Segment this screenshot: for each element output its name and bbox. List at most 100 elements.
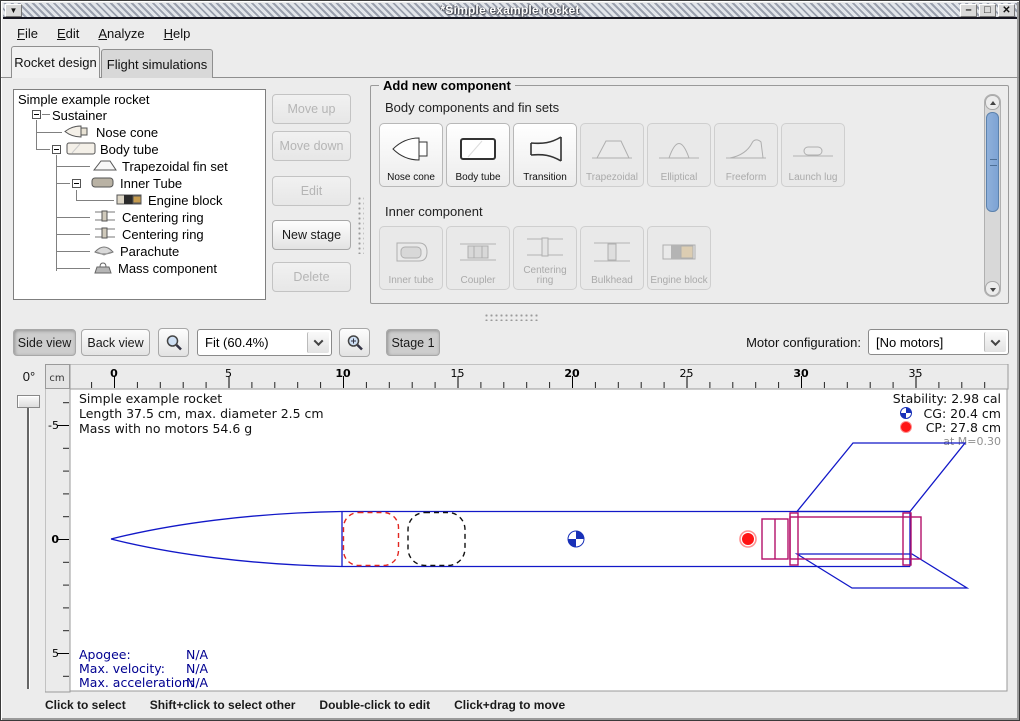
info-line-1: Simple example rocket [79, 391, 222, 406]
info-line-3: Mass with no motors 54.6 g [79, 421, 252, 436]
hint-shift-click: Shift+click to select other [150, 698, 296, 712]
tab-flight-simulations[interactable]: Flight simulations [101, 49, 213, 78]
move-up-button[interactable]: Move up [272, 94, 351, 124]
expander-inner-tube[interactable] [72, 179, 81, 188]
h-tick-35: 35 [909, 367, 923, 380]
tree-item-parachute[interactable]: Parachute [92, 243, 179, 260]
menu-help[interactable]: Help [157, 24, 198, 43]
h-tick-20: 20 [564, 367, 580, 380]
accel-value: N/A [186, 675, 209, 690]
menu-edit[interactable]: Edit [50, 24, 86, 43]
new-stage-button[interactable]: New stage [272, 220, 351, 250]
menu-file[interactable]: File [10, 24, 45, 43]
vertical-splitter[interactable] [357, 196, 364, 254]
add-elliptical-button[interactable]: Elliptical [647, 123, 711, 187]
zoom-in-icon [346, 334, 364, 352]
velocity-value: N/A [186, 661, 209, 676]
zoom-out-icon [165, 334, 183, 352]
add-freeform-button[interactable]: Freeform [714, 123, 778, 187]
engine-block-icon [657, 227, 701, 276]
transition-icon [523, 124, 567, 173]
maximize-button[interactable] [979, 4, 996, 17]
component-scrollbar[interactable] [984, 94, 1001, 297]
side-view-button[interactable]: Side view [13, 329, 76, 356]
engine-block-icon [116, 193, 144, 209]
info-line-2: Length 37.5 cm, max. diameter 2.5 cm [79, 406, 324, 421]
expander-sustainer[interactable] [32, 110, 41, 119]
stage-1-button[interactable]: Stage 1 [386, 329, 440, 356]
motor-config-combo[interactable]: [No motors] [868, 329, 1009, 355]
zoom-out-button[interactable] [158, 328, 189, 357]
rotation-slider-handle[interactable] [17, 395, 40, 408]
delete-button[interactable]: Delete [272, 262, 351, 292]
stability-value: Stability: 2.98 cal [893, 391, 1001, 406]
add-inner-tube-button[interactable]: Inner tube [379, 226, 443, 290]
hint-double-click: Double-click to edit [319, 698, 430, 712]
parachute-icon [92, 244, 116, 260]
accel-label: Max. acceleration: [79, 675, 194, 690]
body-group-label: Body components and fin sets [385, 100, 559, 115]
tree-item-fin-set[interactable]: Trapezoidal fin set [92, 158, 228, 175]
rocket-canvas[interactable]: cm 0 5 10 15 20 25 30 35 -5 0 5 Simple e… [45, 364, 1009, 693]
h-tick-0: 0 [110, 367, 118, 380]
tree-item-rocket[interactable]: Simple example rocket [18, 91, 150, 108]
add-nose-cone-button[interactable]: Nose cone [379, 123, 443, 187]
cp-marker[interactable] [740, 531, 756, 547]
tree-item-centering-ring-2[interactable]: Centering ring [92, 226, 204, 243]
centering-ring-icon [92, 209, 118, 226]
add-component-group: Add new component Body components and fi… [370, 85, 1009, 304]
title-bar: *Simple example rocket [3, 3, 1017, 19]
window-menu-button[interactable] [5, 4, 22, 17]
add-launch-lug-button[interactable]: Launch lug [781, 123, 845, 187]
close-button[interactable] [998, 4, 1015, 17]
horizontal-splitter[interactable] [484, 313, 540, 321]
tree-item-centering-ring-1[interactable]: Centering ring [92, 209, 204, 226]
add-bulkhead-button[interactable]: Bulkhead [580, 226, 644, 290]
tab-rocket-design[interactable]: Rocket design [11, 46, 100, 78]
menu-analyze[interactable]: Analyze [91, 24, 151, 43]
freeform-fin-icon [724, 124, 768, 173]
add-coupler-button[interactable]: Coupler [446, 226, 510, 290]
h-tick-10: 10 [335, 367, 351, 380]
zoom-level-combo[interactable]: Fit (60.4%) [197, 329, 332, 356]
scroll-down-icon[interactable] [985, 281, 1000, 296]
bulkhead-icon [590, 227, 634, 276]
edit-button[interactable]: Edit [272, 176, 351, 206]
component-tree[interactable]: Simple example rocket Sustainer Nose con… [13, 89, 266, 300]
nose-cone-icon [389, 124, 433, 173]
expander-body-tube[interactable] [52, 145, 61, 154]
tree-item-engine-block[interactable]: Engine block [116, 192, 222, 209]
chevron-down-icon [314, 336, 324, 346]
move-down-button[interactable]: Move down [272, 131, 351, 161]
add-body-tube-button[interactable]: Body tube [446, 123, 510, 187]
hint-click-drag: Click+drag to move [454, 698, 565, 712]
inner-group-label: Inner component [385, 204, 483, 219]
velocity-label: Max. velocity: [79, 661, 165, 676]
minimize-button[interactable] [960, 4, 977, 17]
scroll-up-icon[interactable] [985, 95, 1000, 110]
h-tick-30: 30 [793, 367, 809, 380]
h-tick-15: 15 [451, 367, 465, 380]
chevron-down-icon [991, 336, 1001, 346]
cg-marker[interactable] [568, 531, 584, 547]
tree-item-inner-tube[interactable]: Inner Tube [90, 175, 182, 192]
tree-item-body-tube[interactable]: Body tube [66, 141, 159, 158]
tree-item-nose-cone[interactable]: Nose cone [64, 124, 158, 141]
zoom-in-button[interactable] [339, 328, 370, 357]
tree-item-mass-component[interactable]: Mass component [92, 260, 217, 277]
add-centering-ring-button[interactable]: Centering ring [513, 226, 577, 290]
rotation-angle-label: 0° [11, 369, 47, 384]
scrollbar-thumb[interactable] [986, 112, 999, 212]
add-transition-button[interactable]: Transition [513, 123, 577, 187]
add-engine-block-button[interactable]: Engine block [647, 226, 711, 290]
tree-item-sustainer[interactable]: Sustainer [52, 107, 107, 124]
group-title: Add new component [379, 78, 515, 93]
nose-cone-icon [64, 125, 92, 141]
v-tick-neg5: -5 [48, 419, 59, 432]
body-tube-icon [456, 124, 500, 173]
ruler-unit-label: cm [49, 373, 64, 384]
back-view-button[interactable]: Back view [81, 329, 150, 356]
cg-value: CG: 20.4 cm [924, 406, 1001, 421]
cg-icon [901, 408, 912, 419]
add-trapezoidal-button[interactable]: Trapezoidal [580, 123, 644, 187]
